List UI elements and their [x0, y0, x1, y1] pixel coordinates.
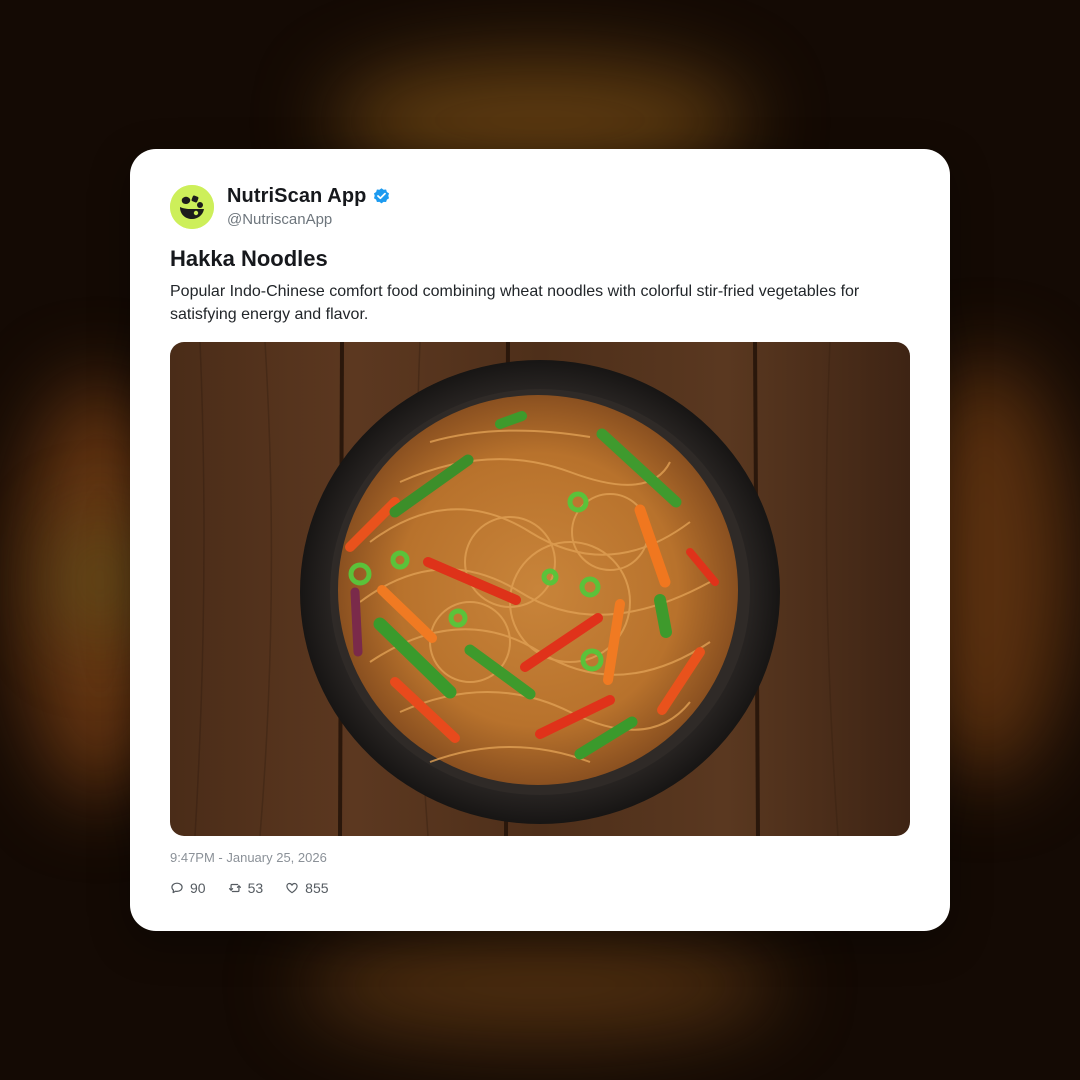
heart-icon — [286, 882, 298, 894]
like-button[interactable]: 855 — [285, 880, 329, 896]
reply-button[interactable]: 90 — [170, 880, 206, 896]
background-glow — [300, 930, 780, 1040]
like-count: 855 — [305, 880, 329, 896]
display-name[interactable]: NutriScan App — [227, 185, 366, 208]
reply-count: 90 — [190, 880, 206, 896]
user-handle[interactable]: @NutriscanApp — [227, 211, 332, 228]
repost-button[interactable]: 53 — [228, 880, 264, 896]
engagement-stats: 90 53 855 — [170, 880, 329, 896]
repost-icon — [228, 883, 241, 893]
avatar[interactable] — [170, 185, 214, 229]
reply-icon — [171, 882, 183, 894]
post-body: Popular Indo-Chinese comfort food combin… — [170, 283, 860, 323]
verified-badge-icon — [374, 188, 390, 204]
background-glow — [60, 520, 140, 640]
nutriscan-logo-icon — [170, 185, 214, 229]
post-timestamp: 9:47PM - January 25, 2026 — [170, 850, 327, 865]
repost-count: 53 — [247, 880, 264, 896]
display-name-row: NutriScan App — [227, 185, 391, 208]
hakka-noodles-image — [170, 342, 910, 836]
post-title: Hakka Noodles — [170, 246, 328, 271]
post-card: NutriScan App @NutriscanApp Hakka Noodle… — [130, 149, 950, 931]
food-photo[interactable] — [170, 342, 910, 836]
